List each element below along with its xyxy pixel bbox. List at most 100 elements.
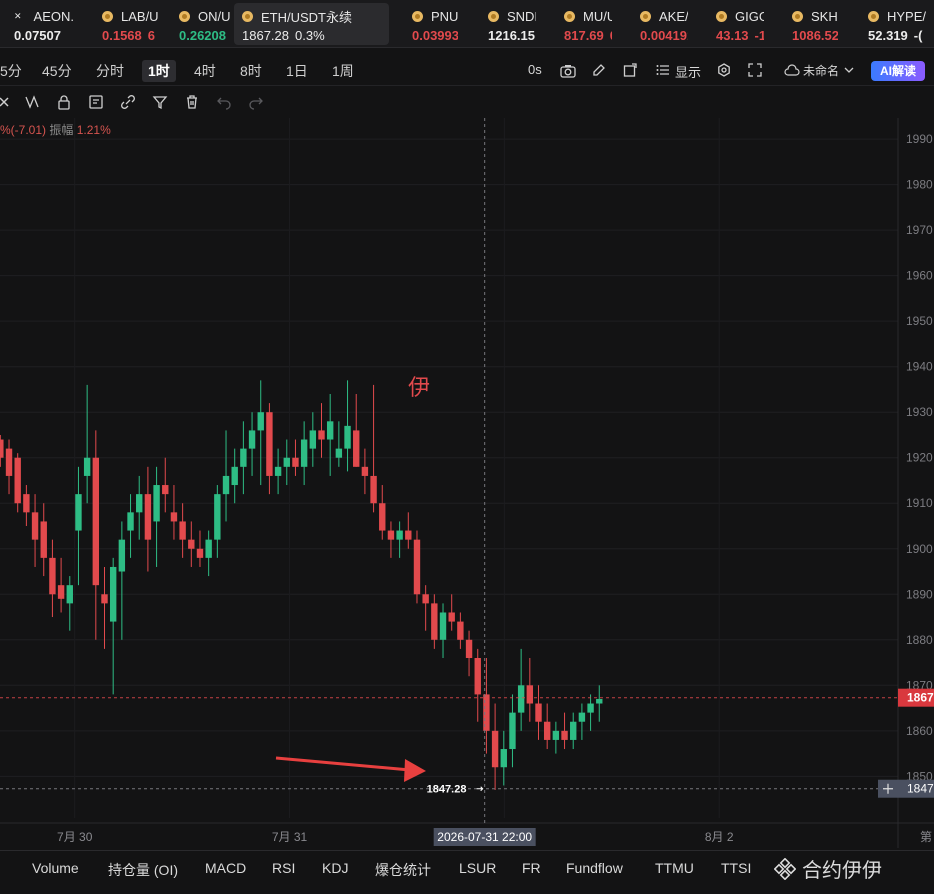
measure-icon[interactable] bbox=[24, 94, 40, 110]
y-axis-label: 1940 bbox=[906, 360, 933, 374]
coin-icon bbox=[412, 10, 423, 22]
candle-body bbox=[509, 712, 516, 750]
link-icon[interactable] bbox=[120, 94, 136, 110]
candle-body bbox=[5, 448, 13, 476]
undo-icon[interactable] bbox=[216, 94, 232, 110]
indicator-tab[interactable]: RSI bbox=[272, 860, 295, 876]
fullscreen-icon[interactable] bbox=[748, 63, 762, 77]
ticker-item[interactable]: MU/US 817.69 0 bbox=[550, 0, 612, 47]
chevron-down-icon[interactable] bbox=[844, 66, 854, 74]
candle-body bbox=[75, 494, 82, 531]
ticker-item[interactable]: GIGGL 43.13 -1( bbox=[702, 0, 764, 47]
y-axis-label: 1900 bbox=[906, 542, 933, 556]
display-button[interactable]: 显示 bbox=[675, 62, 701, 81]
indicator-tab[interactable]: 爆仓统计 bbox=[375, 860, 431, 880]
interval-tab[interactable]: 分时 bbox=[90, 60, 130, 82]
candle-body bbox=[552, 730, 560, 740]
candle-body bbox=[136, 494, 143, 513]
countdown-label[interactable]: 0s bbox=[528, 62, 542, 77]
interval-tab[interactable]: 4时 bbox=[188, 60, 222, 82]
y-axis-label: 1890 bbox=[906, 587, 933, 601]
candle-body bbox=[587, 703, 594, 713]
indicator-tab[interactable]: TTMU bbox=[655, 860, 694, 876]
indicator-tab[interactable]: FR bbox=[522, 860, 541, 876]
candle-body bbox=[248, 430, 256, 449]
template-icon[interactable] bbox=[88, 94, 104, 110]
interval-tab[interactable]: 1周 bbox=[326, 60, 360, 82]
y-axis-label: 1910 bbox=[906, 496, 933, 510]
indicator-tab[interactable]: LSUR bbox=[459, 860, 496, 876]
interval-tab[interactable]: 8时 bbox=[234, 60, 268, 82]
filter-icon[interactable] bbox=[152, 94, 168, 110]
ticker-price: 52.319 bbox=[868, 28, 908, 43]
ticker-symbol: SKHY bbox=[811, 8, 838, 24]
indicator-tab[interactable]: KDJ bbox=[322, 860, 348, 876]
annotation-text: 伊 bbox=[408, 375, 431, 400]
magnet-icon[interactable] bbox=[0, 94, 12, 110]
trash-icon[interactable] bbox=[184, 94, 200, 110]
candle-body bbox=[396, 530, 403, 540]
x-axis-label: 7月 30 bbox=[57, 830, 93, 844]
ai-analysis-button[interactable]: AI解读 bbox=[871, 61, 925, 81]
indicator-tab[interactable]: TTSI bbox=[721, 860, 751, 876]
ticker-symbol: ETH/USDT永续 bbox=[261, 9, 353, 25]
ticker-change: -( bbox=[913, 28, 923, 43]
ticker-symbol: MU/US bbox=[583, 8, 612, 24]
ticker-item[interactable]: ✕ AEON. 0.07507 bbox=[0, 0, 82, 47]
crosshair-time-tag: 2026-07-31 22:00 bbox=[437, 830, 532, 844]
candle-body bbox=[196, 548, 204, 558]
interval-tab[interactable]: 5分 bbox=[0, 60, 28, 82]
ticker-item[interactable]: SNDK/1216.15 bbox=[474, 0, 536, 47]
interval-tab[interactable]: 1日 bbox=[280, 60, 314, 82]
candle-body bbox=[370, 475, 377, 504]
candle-body bbox=[457, 621, 464, 640]
ticker-item[interactable]: HYPE/52.319 -( bbox=[854, 0, 934, 47]
annotation-arrow-head bbox=[404, 759, 426, 782]
cloud-icon[interactable] bbox=[784, 64, 800, 76]
candlestick-chart[interactable]: 1990 1980 1970 1960 1950 1940 1930 1920 1910 1900… bbox=[0, 118, 934, 848]
candle-body bbox=[153, 485, 160, 522]
candle-body bbox=[205, 539, 212, 558]
current-price-tag: 1867 bbox=[907, 691, 934, 705]
candle-body bbox=[40, 521, 47, 558]
ticker-change: -1( bbox=[754, 28, 764, 43]
candle-body bbox=[535, 703, 542, 722]
coin-icon bbox=[488, 10, 499, 22]
ticker-item[interactable]: ON/US 0.26208 bbox=[165, 0, 231, 47]
candle-body bbox=[344, 425, 351, 449]
candle-body bbox=[101, 594, 108, 604]
layout-name[interactable]: 未命名 bbox=[803, 62, 839, 79]
candle-body bbox=[561, 730, 568, 740]
new-window-icon[interactable] bbox=[623, 63, 637, 77]
lock-icon[interactable] bbox=[56, 94, 72, 110]
candle-body bbox=[162, 485, 169, 495]
ticker-symbol: LAB/U bbox=[121, 8, 158, 24]
ticker-item[interactable]: ETH/USDT永续 1867.28 0.3% bbox=[234, 3, 389, 45]
redo-icon[interactable] bbox=[248, 94, 264, 110]
candle-body bbox=[491, 730, 499, 768]
settings-icon[interactable] bbox=[717, 63, 731, 77]
ticker-item[interactable]: LAB/U 0.1568 6 bbox=[88, 0, 158, 47]
candle-body bbox=[361, 466, 369, 476]
list-icon[interactable] bbox=[656, 63, 670, 77]
pencil-icon[interactable] bbox=[592, 63, 606, 77]
ticker-item[interactable]: SKHY 1086.52 bbox=[778, 0, 838, 47]
indicator-tab[interactable]: MACD bbox=[205, 860, 246, 876]
indicator-tab[interactable]: Fundflow bbox=[566, 860, 623, 876]
candle-body bbox=[439, 612, 447, 640]
candle-body bbox=[127, 512, 134, 531]
indicator-tab[interactable]: 持仓量 (OI) bbox=[108, 860, 178, 880]
candle-body bbox=[14, 457, 21, 504]
y-axis-label: 1980 bbox=[906, 178, 933, 192]
ticker-item[interactable]: PNUT/0.03993 bbox=[398, 0, 458, 47]
camera-icon[interactable] bbox=[560, 64, 576, 78]
interval-tab[interactable]: 1时 bbox=[142, 60, 176, 82]
ticker-price: 43.13 bbox=[716, 28, 749, 43]
ticker-symbol: PNUT/ bbox=[431, 8, 458, 24]
indicator-tab[interactable]: Volume bbox=[32, 860, 79, 876]
candle-body bbox=[500, 749, 507, 768]
candle-body bbox=[405, 530, 412, 540]
candle-body bbox=[109, 566, 117, 622]
interval-tab[interactable]: 45分 bbox=[36, 60, 78, 82]
ticker-item[interactable]: AKE/U 0.004191 bbox=[626, 0, 688, 47]
